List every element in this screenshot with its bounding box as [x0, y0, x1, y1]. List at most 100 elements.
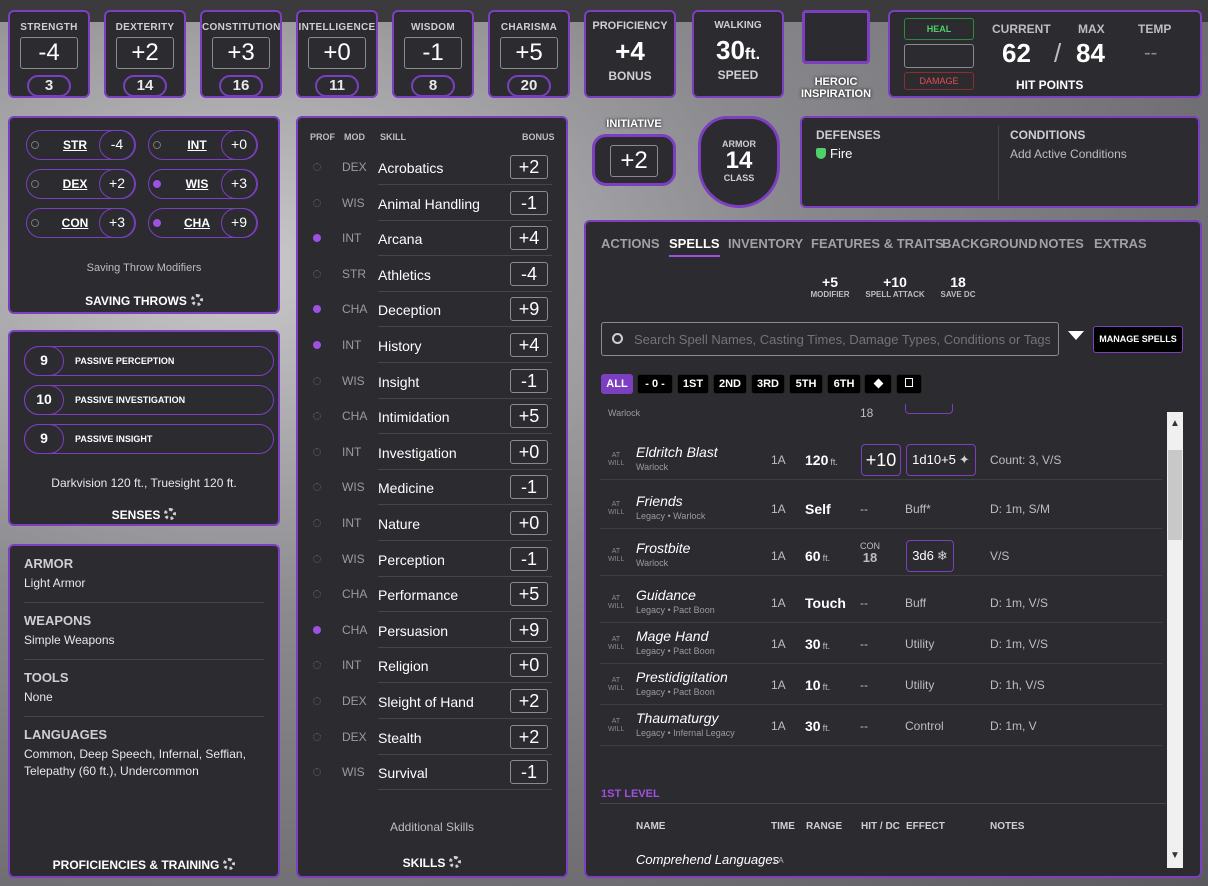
spell-name[interactable]: Friends — [636, 493, 683, 509]
skill-row[interactable]: WIS Animal Handling -1 — [308, 186, 552, 221]
level-filter-concentration[interactable] — [896, 374, 922, 394]
tab-features-traits[interactable]: FEATURES & TRAITS — [811, 236, 944, 251]
level-filter[interactable]: ALL — [601, 374, 633, 394]
save-str[interactable]: STR -4 — [26, 130, 136, 160]
spell-row[interactable]: AT WILL Friends Legacy • Warlock 1A Self -- Bu… — [600, 489, 1162, 529]
spell-row[interactable]: AT WILL Guidance Legacy • Pact Boon 1A Touch… — [600, 583, 1162, 623]
hp-temp-value[interactable]: -- — [1144, 42, 1157, 65]
gear-icon[interactable] — [190, 294, 203, 306]
heal-button[interactable]: HEAL — [904, 18, 974, 40]
level-filter-ritual[interactable] — [864, 374, 892, 394]
skill-row[interactable]: INT Religion +0 — [308, 648, 552, 684]
ability-modifier[interactable]: +0 — [308, 37, 366, 69]
spell-name[interactable]: Eldritch Blast — [636, 444, 718, 460]
level-filter[interactable]: 2ND — [713, 374, 747, 394]
skill-row[interactable]: INT Investigation +0 — [308, 435, 552, 470]
spell-notes: D: 1m, V — [990, 719, 1037, 733]
ability-intelligence[interactable]: INTELLIGENCE +0 11 — [296, 10, 378, 98]
scroll-down-icon[interactable]: ▼ — [1170, 850, 1180, 861]
save-dex[interactable]: DEX +2 — [26, 169, 136, 199]
spell-name[interactable]: Frostbite — [636, 540, 690, 556]
at-will-label: AT WILL — [608, 595, 625, 610]
skill-row[interactable]: CHA Persuasion +9 — [308, 613, 552, 648]
hp-current-value[interactable]: 62 — [1002, 38, 1031, 69]
spell-damage-button[interactable]: 3d6 ❄ — [906, 540, 954, 572]
tab-spells[interactable]: SPELLS — [669, 236, 720, 257]
skill-row[interactable]: INT Arcana +4 — [308, 221, 552, 257]
skill-row[interactable]: DEX Acrobatics +2 — [308, 150, 552, 185]
add-conditions-link[interactable]: Add Active Conditions — [1010, 147, 1127, 161]
tab-background[interactable]: BACKGROUND — [942, 236, 1037, 251]
manage-spells-button[interactable]: MANAGE SPELLS — [1093, 326, 1183, 353]
skill-row[interactable]: WIS Medicine -1 — [308, 470, 552, 506]
ability-modifier[interactable]: +3 — [212, 37, 270, 69]
gear-icon[interactable] — [223, 858, 236, 870]
tab-notes[interactable]: NOTES — [1039, 236, 1084, 251]
skill-row[interactable]: INT History +4 — [308, 328, 552, 363]
ability-modifier[interactable]: +5 — [500, 37, 558, 69]
spell-search-field[interactable] — [601, 322, 1059, 356]
skill-row[interactable]: CHA Intimidation +5 — [308, 399, 552, 435]
level-filter[interactable]: 5TH — [789, 374, 823, 394]
inspiration-toggle[interactable] — [802, 10, 870, 64]
level-filter[interactable]: - 0 - — [637, 374, 673, 394]
saving-throws-header[interactable]: SAVING THROWS — [10, 294, 278, 308]
save-cha[interactable]: CHA +9 — [148, 208, 258, 238]
ability-modifier[interactable]: +2 — [116, 37, 174, 69]
spell-row[interactable]: AT WILL Frostbite Warlock 1A 60 ft. CON 18 3d6 ❄ V… — [600, 536, 1162, 576]
skill-row[interactable]: STR Athletics -4 — [308, 257, 552, 292]
skills-header[interactable]: SKILLS — [298, 856, 566, 870]
spell-damage-button[interactable]: 1d10+5 ✦ — [906, 444, 976, 476]
ability-strength[interactable]: STRENGTH -4 3 — [8, 10, 90, 98]
save-int[interactable]: INT +0 — [148, 130, 258, 160]
ability-constitution[interactable]: CONSTITUTION +3 16 — [200, 10, 282, 98]
ability-modifier[interactable]: -1 — [404, 37, 462, 69]
tab-actions[interactable]: ACTIONS — [601, 236, 660, 251]
spell-row[interactable]: AT WILL Prestidigitation Legacy • Pact Boo… — [600, 665, 1162, 705]
senses-header[interactable]: SENSES — [10, 508, 278, 522]
gear-icon[interactable] — [449, 856, 462, 868]
level-filter[interactable]: 3RD — [751, 374, 785, 394]
spell-list-scrollbar[interactable]: ▲ ▼ — [1167, 412, 1183, 868]
skill-row[interactable]: WIS Survival -1 — [308, 755, 552, 791]
scrollbar-thumb[interactable] — [1168, 450, 1182, 540]
save-con[interactable]: CON +3 — [26, 208, 136, 238]
spell-name[interactable]: Mage Hand — [636, 628, 708, 644]
skill-row[interactable]: DEX Stealth +2 — [308, 720, 552, 755]
ability-dexterity[interactable]: DEXTERITY +2 14 — [104, 10, 186, 98]
ability-wisdom[interactable]: WISDOM -1 8 — [392, 10, 474, 98]
hp-amount-input[interactable] — [904, 44, 974, 68]
skill-row[interactable]: DEX Sleight of Hand +2 — [308, 684, 552, 719]
ability-charisma[interactable]: CHARISMA +5 20 — [488, 10, 570, 98]
spell-name[interactable]: Prestidigitation — [636, 669, 728, 685]
scroll-up-icon[interactable]: ▲ — [1170, 418, 1180, 429]
skill-row[interactable]: CHA Deception +9 — [308, 292, 552, 328]
first-level-spell-name[interactable]: Comprehend Languages — [636, 852, 779, 867]
tab-inventory[interactable]: INVENTORY — [728, 236, 803, 251]
spell-attack-button[interactable]: +10 — [861, 444, 901, 476]
heroic-inspiration[interactable]: HEROIC INSPIRATION — [800, 10, 872, 102]
spell-name[interactable]: Thaumaturgy — [636, 710, 718, 726]
level-filter[interactable]: 6TH — [827, 374, 861, 394]
gear-icon[interactable] — [164, 508, 177, 520]
skill-row[interactable]: WIS Perception -1 — [308, 542, 552, 577]
damage-button[interactable]: DAMAGE — [904, 72, 974, 90]
additional-skills-link[interactable]: Additional Skills — [298, 820, 566, 834]
spell-row[interactable]: AT WILL Eldritch Blast Warlock 1A 120 ft. +10 1… — [600, 440, 1162, 480]
skill-row[interactable]: CHA Performance +5 — [308, 577, 552, 613]
ability-score: 16 — [219, 75, 263, 97]
spell-row[interactable]: AT WILL Mage Hand Legacy • Pact Boon 1A 30 ft… — [600, 624, 1162, 664]
level-filter[interactable]: 1ST — [677, 374, 709, 394]
skill-row[interactable]: INT Nature +0 — [308, 506, 552, 541]
tab-extras[interactable]: EXTRAS — [1094, 236, 1147, 251]
skill-row[interactable]: WIS Insight -1 — [308, 364, 552, 399]
spell-name[interactable]: Guidance — [636, 587, 696, 603]
filter-icon[interactable] — [1068, 331, 1084, 340]
spell-search-input[interactable] — [634, 329, 1050, 349]
ability-modifier[interactable]: -4 — [20, 37, 78, 69]
save-wis[interactable]: WIS +3 — [148, 169, 258, 199]
spell-notes: V/S — [990, 549, 1010, 563]
skill-name: Insight — [378, 373, 420, 390]
spell-row[interactable]: AT WILL Thaumaturgy Legacy • Infernal Lega… — [600, 706, 1162, 746]
proficiencies-header[interactable]: PROFICIENCIES & TRAINING — [10, 858, 278, 872]
